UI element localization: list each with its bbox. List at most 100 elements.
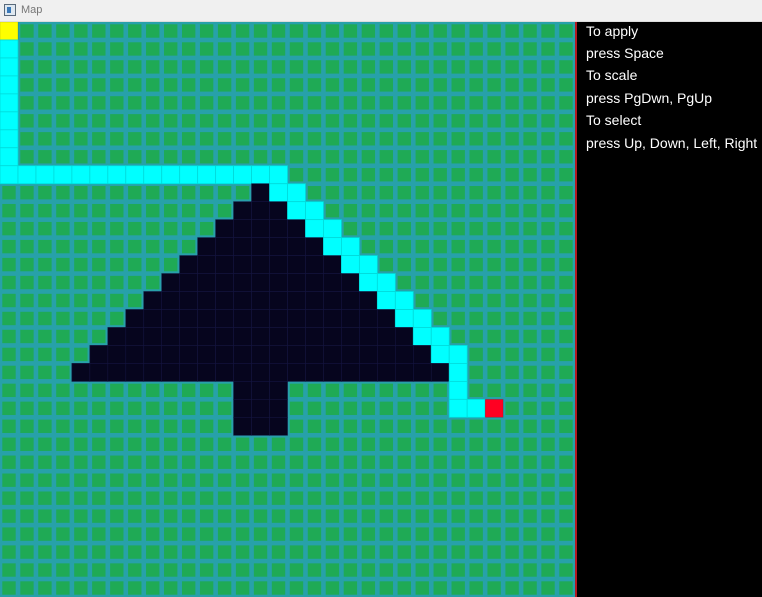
grid-cell[interactable] <box>415 186 429 200</box>
grid-cell[interactable] <box>74 150 88 164</box>
grid-cell[interactable] <box>74 563 88 577</box>
grid-cell[interactable] <box>487 563 501 577</box>
grid-cell[interactable] <box>343 455 358 469</box>
grid-cell[interactable] <box>110 186 124 200</box>
grid-cell[interactable] <box>110 563 124 577</box>
grid-cell[interactable] <box>343 581 358 595</box>
grid-cell[interactable] <box>541 455 555 469</box>
grid-cell[interactable] <box>146 96 160 110</box>
path-cell[interactable] <box>269 183 288 203</box>
grid-cell[interactable] <box>110 455 124 469</box>
grid-cell[interactable] <box>74 275 88 290</box>
path-cell[interactable] <box>215 165 234 185</box>
grid-cell[interactable] <box>325 168 340 182</box>
grid-cell[interactable] <box>541 347 555 362</box>
grid-cell[interactable] <box>253 509 268 523</box>
grid-cell[interactable] <box>397 491 411 505</box>
grid-cell[interactable] <box>487 293 501 308</box>
path-cell[interactable] <box>448 380 468 400</box>
grid-cell[interactable] <box>559 383 573 398</box>
grid-cell[interactable] <box>217 419 232 433</box>
obstacle-cell[interactable] <box>377 309 396 328</box>
obstacle-cell[interactable] <box>215 237 234 256</box>
grid-cell[interactable] <box>289 24 304 38</box>
obstacle-cell[interactable] <box>179 291 198 310</box>
grid-cell[interactable] <box>397 203 411 218</box>
grid-cell[interactable] <box>199 509 214 523</box>
grid-cell[interactable] <box>541 311 555 326</box>
grid-cell[interactable] <box>469 545 483 559</box>
grid-cell[interactable] <box>307 527 322 541</box>
obstacle-cell[interactable] <box>233 399 252 418</box>
grid-cell[interactable] <box>164 150 178 164</box>
grid-cell[interactable] <box>38 527 52 541</box>
obstacle-cell[interactable] <box>287 345 306 364</box>
grid-cell[interactable] <box>361 455 376 469</box>
grid-cell[interactable] <box>56 545 70 559</box>
path-cell[interactable] <box>0 129 19 149</box>
grid-cell[interactable] <box>397 150 411 164</box>
obstacle-cell[interactable] <box>269 399 288 418</box>
grid-cell[interactable] <box>38 563 52 577</box>
obstacle-cell[interactable] <box>341 363 360 382</box>
grid-cell[interactable] <box>128 132 142 146</box>
path-cell[interactable] <box>430 345 450 364</box>
grid-cell[interactable] <box>74 42 88 56</box>
grid-cell[interactable] <box>253 24 268 38</box>
grid-cell[interactable] <box>2 186 16 200</box>
grid-cell[interactable] <box>199 203 214 218</box>
grid-cell[interactable] <box>433 257 447 272</box>
grid-cell[interactable] <box>523 455 537 469</box>
grid-cell[interactable] <box>128 383 142 398</box>
obstacle-cell[interactable] <box>341 309 360 328</box>
obstacle-cell[interactable] <box>269 309 288 328</box>
grid-cell[interactable] <box>559 563 573 577</box>
grid-cell[interactable] <box>487 509 501 523</box>
grid-cell[interactable] <box>433 473 447 487</box>
grid-cell[interactable] <box>56 257 70 272</box>
grid-cell[interactable] <box>128 42 142 56</box>
path-cell[interactable] <box>448 398 468 418</box>
obstacle-cell[interactable] <box>251 237 270 256</box>
grid-cell[interactable] <box>2 491 16 505</box>
grid-cell[interactable] <box>253 527 268 541</box>
grid-cell[interactable] <box>559 150 573 164</box>
obstacle-cell[interactable] <box>269 345 288 364</box>
grid-cell[interactable] <box>433 455 447 469</box>
grid-cell[interactable] <box>289 150 304 164</box>
grid-cell[interactable] <box>128 581 142 595</box>
obstacle-cell[interactable] <box>161 327 180 346</box>
obstacle-cell[interactable] <box>305 363 324 382</box>
grid-cell[interactable] <box>181 509 196 523</box>
grid-cell[interactable] <box>74 60 88 74</box>
grid-cell[interactable] <box>20 96 34 110</box>
grid-cell[interactable] <box>451 491 465 505</box>
grid-cell[interactable] <box>379 203 394 218</box>
grid-cell[interactable] <box>433 509 447 523</box>
grid-cell[interactable] <box>289 527 304 541</box>
grid-cell[interactable] <box>523 221 537 236</box>
grid-cell[interactable] <box>164 42 178 56</box>
grid-cell[interactable] <box>38 132 52 146</box>
grid-cell[interactable] <box>235 581 250 595</box>
grid-cell[interactable] <box>199 581 214 595</box>
grid-cell[interactable] <box>110 42 124 56</box>
grid-cell[interactable] <box>307 42 322 56</box>
grid-cell[interactable] <box>110 383 124 398</box>
grid-cell[interactable] <box>146 545 160 559</box>
grid-cell[interactable] <box>199 114 214 128</box>
path-cell[interactable] <box>0 147 19 167</box>
grid-cell[interactable] <box>38 365 52 380</box>
grid-cell[interactable] <box>469 329 483 344</box>
obstacle-cell[interactable] <box>323 327 342 346</box>
grid-cell[interactable] <box>343 186 358 200</box>
grid-cell[interactable] <box>74 419 88 433</box>
grid-cell[interactable] <box>74 545 88 559</box>
obstacle-cell[interactable] <box>323 345 342 364</box>
path-cell[interactable] <box>305 219 324 239</box>
grid-cell[interactable] <box>361 563 376 577</box>
grid-cell[interactable] <box>541 473 555 487</box>
grid-cell[interactable] <box>289 383 304 398</box>
grid-cell[interactable] <box>289 96 304 110</box>
grid-cell[interactable] <box>253 491 268 505</box>
